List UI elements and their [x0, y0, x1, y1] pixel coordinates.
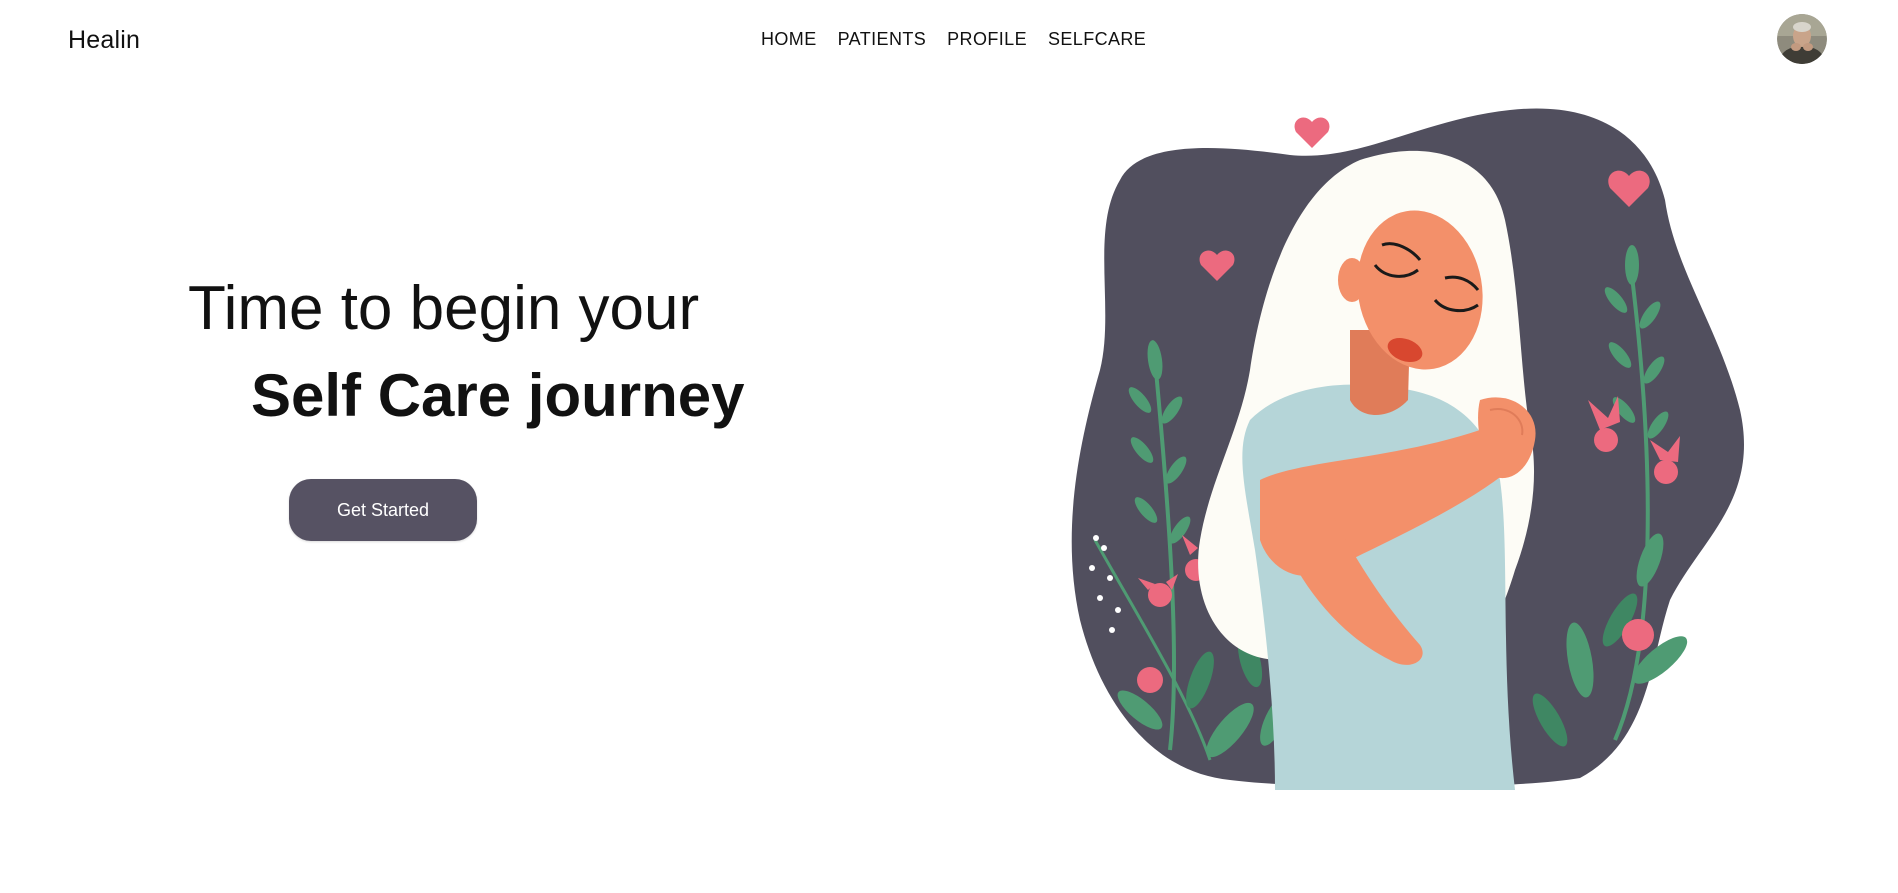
nav-profile[interactable]: PROFILE	[947, 29, 1027, 50]
self-care-illustration	[1071, 108, 1744, 790]
main-nav: HOME PATIENTS PROFILE SELFCARE	[761, 29, 1146, 50]
brand-logo[interactable]: Healin	[68, 26, 140, 55]
get-started-button[interactable]: Get Started	[289, 479, 477, 541]
user-avatar[interactable]	[1777, 14, 1827, 64]
nav-selfcare[interactable]: SELFCARE	[1048, 29, 1146, 50]
avatar-image	[1777, 14, 1827, 64]
nav-home[interactable]: HOME	[761, 29, 817, 50]
landing-page: Healin HOME PATIENTS PROFILE SELFCARE Ti…	[0, 0, 1898, 893]
nav-patients[interactable]: PATIENTS	[838, 29, 927, 50]
hero-heading-line2: Self Care journey	[251, 362, 745, 429]
hero-heading-line1: Time to begin your	[188, 274, 700, 343]
